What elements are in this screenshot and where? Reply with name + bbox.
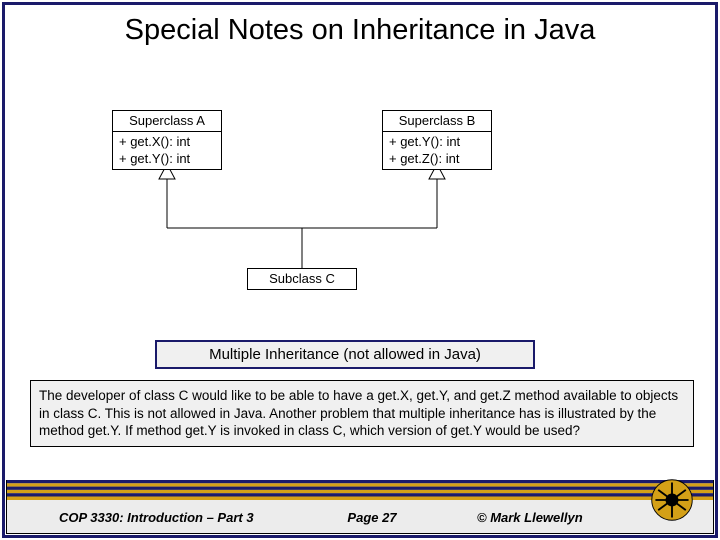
class-c-name: Subclass C [269, 271, 335, 286]
ucf-logo-icon [649, 477, 695, 523]
footer: COP 3330: Introduction – Part 3 Page 27 … [6, 480, 714, 534]
uml-diagram: Superclass A + get.X(): int + get.Y(): i… [35, 100, 685, 330]
class-a-method-2: + get.Y(): int [119, 150, 215, 168]
footer-course: COP 3330: Introduction – Part 3 [7, 510, 307, 525]
uml-class-c: Subclass C [247, 268, 357, 290]
uml-class-b: Superclass B + get.Y(): int + get.Z(): i… [382, 110, 492, 170]
class-b-method-1: + get.Y(): int [389, 133, 485, 151]
diagram-caption: Multiple Inheritance (not allowed in Jav… [155, 340, 535, 369]
class-b-name: Superclass B [383, 111, 491, 132]
footer-stripe-decoration [7, 480, 713, 500]
class-b-method-2: + get.Z(): int [389, 150, 485, 168]
class-a-members: + get.X(): int + get.Y(): int [113, 132, 221, 169]
uml-class-a: Superclass A + get.X(): int + get.Y(): i… [112, 110, 222, 170]
class-a-name: Superclass A [113, 111, 221, 132]
class-a-method-1: + get.X(): int [119, 133, 215, 151]
explanation-text: The developer of class C would like to b… [30, 380, 694, 447]
footer-page: Page 27 [307, 510, 437, 525]
footer-content: COP 3330: Introduction – Part 3 Page 27 … [7, 500, 713, 534]
class-b-members: + get.Y(): int + get.Z(): int [383, 132, 491, 169]
